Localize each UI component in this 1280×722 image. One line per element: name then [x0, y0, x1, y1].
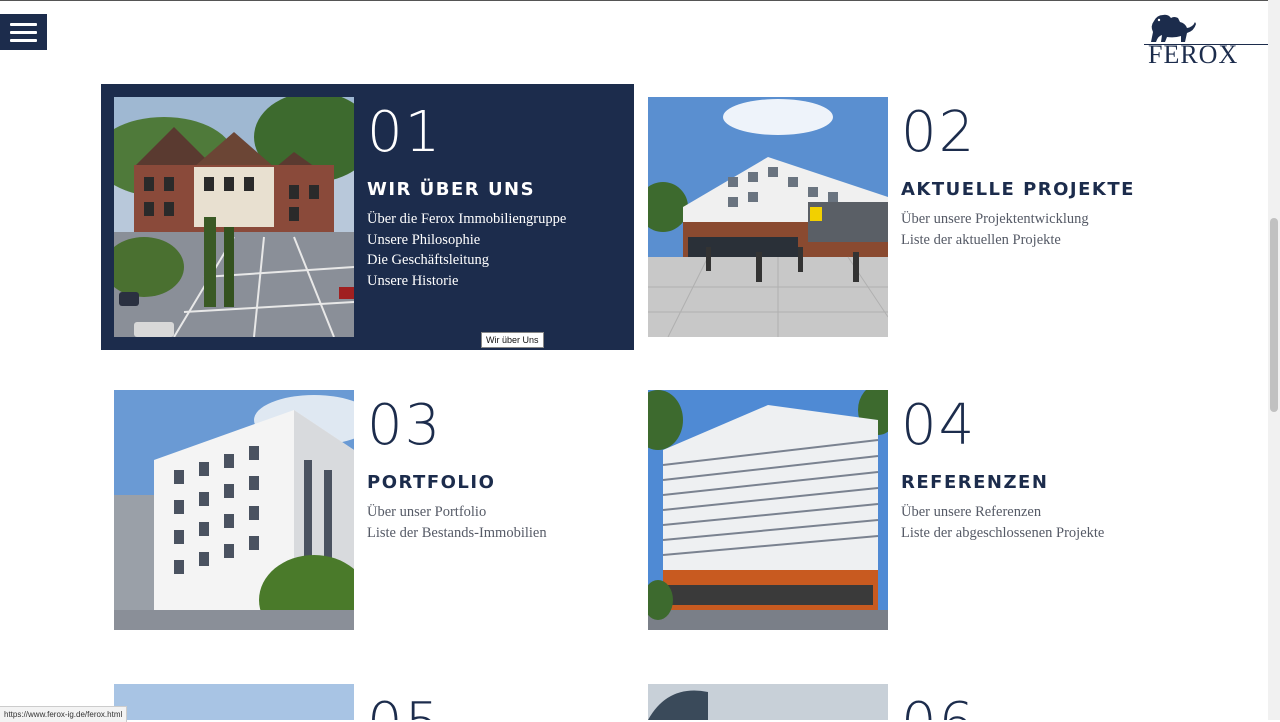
link-philosophie[interactable]: Unsere Philosophie [367, 230, 566, 251]
tile-number: 02 [901, 100, 977, 165]
wir-ueber-uns-button[interactable]: Wir über Uns [481, 332, 544, 348]
page-scrollbar[interactable] [1268, 0, 1280, 720]
tile-portfolio[interactable]: 03 PORTFOLIO Über unser Portfolio Liste … [114, 390, 634, 630]
ferox-logo[interactable]: FEROX [1144, 12, 1270, 68]
logo-wordmark: FEROX [1148, 40, 1239, 69]
tile-number: 04 [901, 393, 977, 458]
apartment-building-photo [114, 390, 354, 630]
scrollbar-thumb[interactable] [1270, 218, 1278, 412]
tile-number: 01 [367, 100, 443, 165]
link-ueber-ferox[interactable]: Über die Ferox Immobiliengruppe [367, 209, 566, 230]
tile-number: 03 [367, 393, 443, 458]
tile-heading[interactable]: WIR ÜBER UNS [367, 179, 535, 200]
tile-referenzen[interactable]: 04 REFERENZEN Über unsere Referenzen Lis… [648, 390, 1168, 630]
link-bestands-immobilien[interactable]: Liste der Bestands-Immobilien [367, 523, 547, 544]
link-historie[interactable]: Unsere Historie [367, 271, 566, 292]
tile-links: Über unsere Projektentwicklung Liste der… [901, 209, 1089, 250]
tile-links: Über unsere Referenzen Liste der abgesch… [901, 502, 1104, 543]
tile-06[interactable]: 06 [648, 684, 1168, 720]
tile-number: 05 [367, 696, 442, 721]
link-projektentwicklung[interactable]: Über unsere Projektentwicklung [901, 209, 1089, 230]
link-ueber-referenzen[interactable]: Über unsere Referenzen [901, 502, 1104, 523]
link-abgeschlossene-projekte[interactable]: Liste der abgeschlossenen Projekte [901, 523, 1104, 544]
villa-photo [114, 97, 354, 337]
tile-05-photo [114, 684, 354, 720]
menu-button[interactable] [0, 14, 47, 50]
tile-heading[interactable]: REFERENZEN [901, 472, 1048, 493]
tile-06-photo [648, 684, 888, 720]
link-aktuelle-projekte[interactable]: Liste der aktuellen Projekte [901, 230, 1089, 251]
link-ueber-portfolio[interactable]: Über unser Portfolio [367, 502, 547, 523]
window-top-border [0, 0, 1280, 1]
project-rendering-photo [648, 97, 888, 337]
high-rise-photo [648, 390, 888, 630]
hamburger-icon [10, 22, 37, 26]
tile-links: Über unser Portfolio Liste der Bestands-… [367, 502, 547, 543]
tile-wir-ueber-uns[interactable]: 01 WIR ÜBER UNS Über die Ferox Immobilie… [101, 84, 634, 350]
tile-heading[interactable]: AKTUELLE PROJEKTE [901, 179, 1135, 200]
tile-links: Über die Ferox Immobiliengruppe Unsere P… [367, 209, 566, 291]
tile-heading[interactable]: PORTFOLIO [367, 472, 495, 493]
tile-number: 06 [901, 696, 976, 721]
tile-05[interactable]: 05 [114, 684, 634, 720]
tile-aktuelle-projekte[interactable]: 02 AKTUELLE PROJEKTE Über unsere Projekt… [648, 97, 1168, 337]
link-geschaeftsleitung[interactable]: Die Geschäftsleitung [367, 250, 566, 271]
